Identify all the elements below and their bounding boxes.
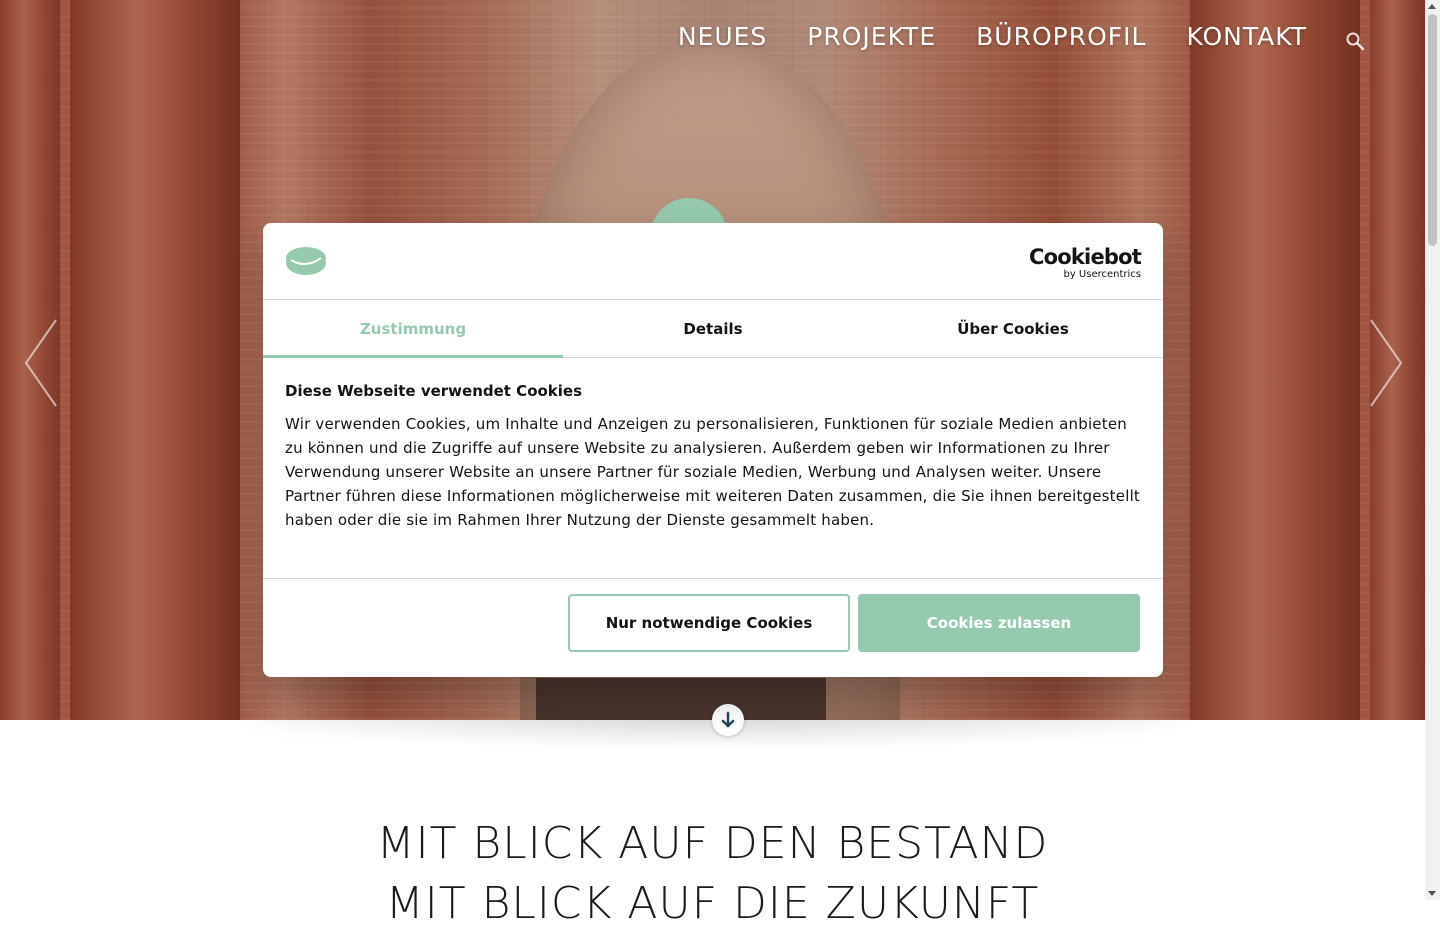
scroll-down-button[interactable]: [712, 704, 744, 736]
scroll-down-icon[interactable]: [1428, 891, 1436, 896]
necessary-cookies-button[interactable]: Nur notwendige Cookies: [568, 594, 850, 652]
cookiebot-brand-sub: by Usercentrics: [1063, 269, 1141, 280]
main-nav: NEUES PROJEKTE BÜROPROFIL KONTAKT: [678, 22, 1365, 51]
allow-cookies-button[interactable]: Cookies zulassen: [858, 594, 1140, 652]
page-headline: MIT BLICK AUF DEN BESTAND: [376, 818, 1049, 869]
dialog-tabs: Zustimmung Details Über Cookies: [263, 300, 1163, 358]
page-scrollbar[interactable]: [1425, 0, 1440, 900]
scroll-up-icon[interactable]: [1428, 4, 1436, 9]
nav-item-bueroprofil[interactable]: BÜROPROFIL: [976, 22, 1146, 51]
site-logo-icon: [286, 247, 326, 275]
tab-details[interactable]: Details: [563, 300, 863, 357]
page-subheadline: MIT BLICK AUF DIE ZUKUNFT: [385, 878, 1040, 929]
arrow-down-icon: [721, 711, 735, 728]
dialog-body: Diese Webseite verwendet Cookies Wir ver…: [263, 358, 1163, 579]
scrollbar-thumb[interactable]: [1428, 14, 1437, 246]
nav-item-kontakt[interactable]: KONTAKT: [1186, 22, 1307, 51]
dialog-header: Cookiebot by Usercentrics: [263, 223, 1163, 300]
slider-prev-icon[interactable]: [22, 318, 62, 408]
cookie-consent-dialog: Cookiebot by Usercentrics Zustimmung Det…: [263, 223, 1163, 677]
dialog-footer: Nur notwendige Cookies Cookies zulassen: [263, 579, 1163, 676]
nav-item-neues[interactable]: NEUES: [678, 22, 767, 51]
slider-next-icon[interactable]: [1365, 318, 1405, 408]
tab-ueber-cookies[interactable]: Über Cookies: [863, 300, 1163, 357]
nav-item-projekte[interactable]: PROJEKTE: [807, 22, 936, 51]
search-icon[interactable]: [1345, 31, 1365, 51]
tab-zustimmung[interactable]: Zustimmung: [263, 300, 563, 358]
cookiebot-logo[interactable]: Cookiebot by Usercentrics: [1029, 245, 1142, 280]
dialog-title: Diese Webseite verwendet Cookies: [285, 382, 583, 400]
dialog-text: Wir verwenden Cookies, um Inhalte und An…: [285, 415, 1141, 529]
cookiebot-brand-name: Cookiebot: [1029, 245, 1142, 269]
